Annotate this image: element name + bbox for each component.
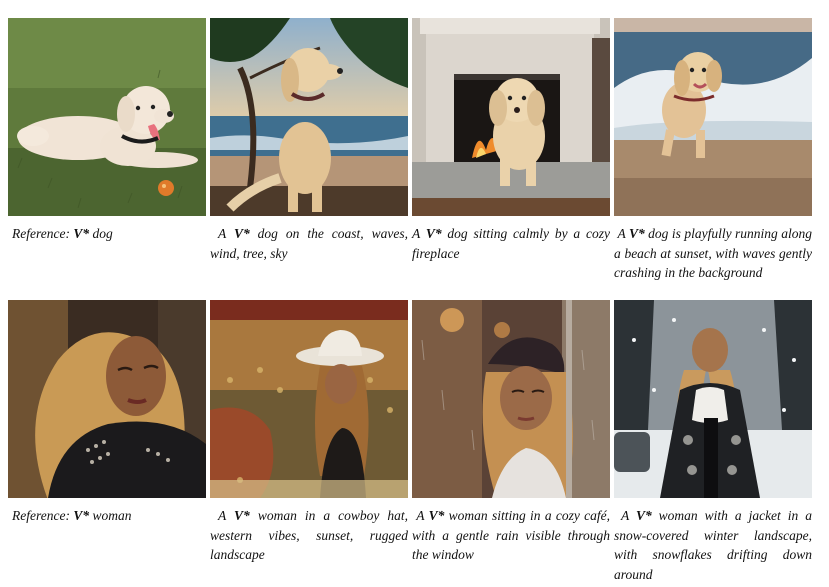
reference-woman-caption: Reference: V* woman [12,508,132,523]
fireplace-dog-caption: A V* dog sitting calmly by a cozy firepl… [412,226,610,261]
winter-woman-image [614,300,812,498]
beach-dog-image [614,18,812,216]
cafe-woman-caption: A V* woman sitting in a cozy café, with … [412,508,611,562]
reference-woman-image [8,300,206,498]
cowboy-woman-caption: A V* woman in a cowboy hat, western vibe… [210,508,408,562]
reference-dog-image [8,18,206,216]
cafe-woman-image [412,300,610,498]
beach-dog-caption: A V* dog is playfully running along a be… [614,226,812,280]
reference-dog-caption: Reference: V* dog [12,226,113,241]
coast-dog-caption: A V* dog on the coast, waves, wind, tree… [210,226,408,261]
coast-dog-image [210,18,408,216]
fireplace-dog-image [412,18,610,216]
cowboy-woman-image [210,300,408,498]
winter-woman-caption: A V* woman with a jacket in a snow-cover… [614,508,812,582]
